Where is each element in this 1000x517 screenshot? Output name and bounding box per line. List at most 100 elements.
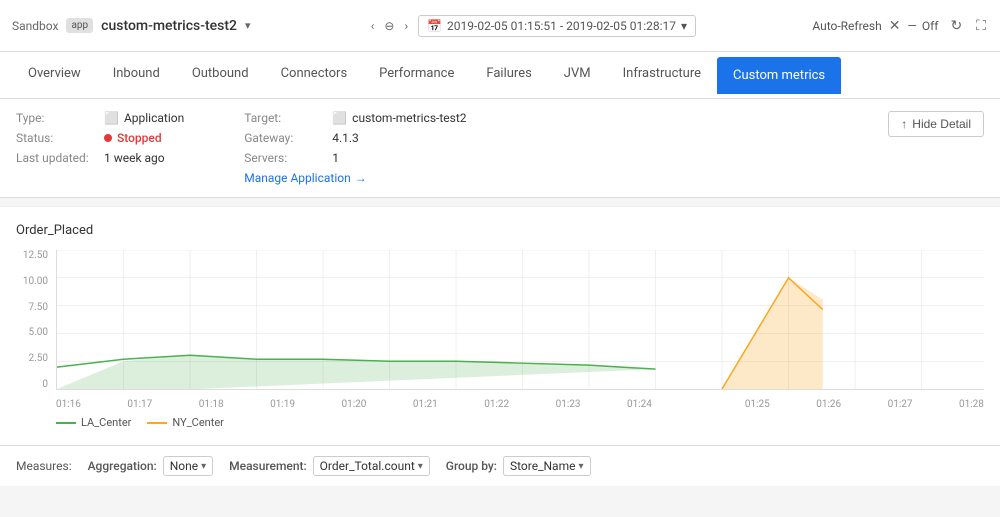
manage-arrow-icon: → <box>355 171 367 185</box>
tab-infrastructure[interactable]: Infrastructure <box>607 52 717 98</box>
x-label-0127: 01:27 <box>888 399 913 410</box>
x-label-0124: 01:24 <box>627 399 652 410</box>
tab-outbound[interactable]: Outbound <box>176 52 265 98</box>
legend-la-center-label: LA_Center <box>81 416 131 429</box>
groupby-dropdown[interactable]: Store_Name ▾ <box>503 456 591 476</box>
date-dropdown-icon[interactable]: ▾ <box>681 19 687 33</box>
top-bar-left: Sandbox app custom-metrics-test2 ▾ <box>12 18 251 34</box>
aggregation-dropdown[interactable]: None ▾ <box>163 456 213 476</box>
legend-la-center: LA_Center <box>56 416 131 429</box>
detail-col-left: Type: ⬜ Application Status: Stopped Last… <box>16 111 184 185</box>
top-bar-center: ‹ ⊖ › 📅 2019-02-05 01:15:51 - 2019-02-05… <box>367 15 696 37</box>
x-label-0125: 01:25 <box>745 399 770 410</box>
measurement-label: Measurement: <box>229 459 307 473</box>
x-label-0123: 01:23 <box>556 399 581 410</box>
legend-ny-center: NY_Center <box>147 416 224 429</box>
auto-refresh-control: Auto-Refresh ✕ — Off <box>812 16 938 36</box>
gateway-value: 4.1.3 <box>332 131 359 145</box>
app-name: custom-metrics-test2 <box>101 18 237 34</box>
chart-section: Order_Placed 12.50 10.00 7.50 5.00 2.50 … <box>0 206 1000 445</box>
measurement-dropdown[interactable]: Order_Total.count ▾ <box>313 456 430 476</box>
y-label-1000: 10.00 <box>23 276 52 287</box>
auto-refresh-state: Off <box>922 19 939 33</box>
zoom-icon[interactable]: ⊖ <box>384 19 394 33</box>
x-label-0118: 01:18 <box>199 399 224 410</box>
chart-plot-area <box>56 250 984 390</box>
hide-detail-button[interactable]: ↑ Hide Detail <box>888 111 984 137</box>
target-value: ⬜ custom-metrics-test2 <box>332 111 466 125</box>
last-updated-value: 1 week ago <box>104 151 165 165</box>
nav-forward-icon[interactable]: › <box>400 17 412 35</box>
x-label-0126: 01:26 <box>816 399 841 410</box>
aggregation-item: Aggregation: None ▾ <box>88 456 214 476</box>
groupby-label: Group by: <box>446 459 497 473</box>
target-value-text: custom-metrics-test2 <box>352 111 466 125</box>
detail-section: Type: ⬜ Application Status: Stopped Last… <box>0 99 1000 198</box>
app-badge: app <box>66 18 93 33</box>
hide-detail-icon: ↑ <box>901 117 907 131</box>
target-label: Target: <box>244 111 324 125</box>
chart-container: 12.50 10.00 7.50 5.00 2.50 0 <box>16 250 984 410</box>
x-label-0120: 01:20 <box>342 399 367 410</box>
x-label-0121: 01:21 <box>413 399 438 410</box>
gateway-label: Gateway: <box>244 131 324 145</box>
top-bar-right: Auto-Refresh ✕ — Off ↻ ⛶ <box>812 16 988 36</box>
status-row: Status: Stopped <box>16 131 184 145</box>
servers-label: Servers: <box>244 151 324 165</box>
chart-x-axis: 01:16 01:17 01:18 01:19 01:20 01:21 01:2… <box>56 399 984 410</box>
type-label: Type: <box>16 111 96 125</box>
aggregation-dropdown-icon: ▾ <box>201 461 206 472</box>
tab-jvm[interactable]: JVM <box>548 52 607 98</box>
last-updated-row: Last updated: 1 week ago <box>16 151 184 165</box>
manage-application-link[interactable]: Manage Application → <box>244 171 367 185</box>
legend-la-center-line <box>56 422 76 424</box>
status-value: Stopped <box>104 131 162 145</box>
x-label-0117: 01:17 <box>127 399 152 410</box>
calendar-icon: 📅 <box>427 19 442 33</box>
groupby-value: Store_Name <box>510 459 575 473</box>
status-label: Status: <box>16 131 96 145</box>
y-label-500: 5.00 <box>29 327 53 338</box>
x-label-0119: 01:19 <box>270 399 295 410</box>
detail-col-right: Target: ⬜ custom-metrics-test2 Gateway: … <box>244 111 466 185</box>
date-range-picker[interactable]: 📅 2019-02-05 01:15:51 - 2019-02-05 01:28… <box>418 15 696 37</box>
measurement-value: Order_Total.count <box>320 459 415 473</box>
sandbox-label: Sandbox <box>12 19 58 33</box>
auto-refresh-close-icon[interactable]: ✕ <box>887 16 903 36</box>
auto-refresh-label: Auto-Refresh <box>812 19 881 33</box>
type-value: ⬜ Application <box>104 111 184 125</box>
manage-link-text: Manage Application <box>244 171 351 185</box>
measurement-item: Measurement: Order_Total.count ▾ <box>229 456 430 476</box>
target-icon: ⬜ <box>332 111 347 125</box>
groupby-item: Group by: Store_Name ▾ <box>446 456 591 476</box>
expand-icon[interactable]: ⛶ <box>974 16 988 36</box>
auto-refresh-dash: — <box>907 19 916 33</box>
servers-value: 1 <box>332 151 339 165</box>
y-label-1250: 12.50 <box>23 250 52 261</box>
tab-overview[interactable]: Overview <box>12 52 97 98</box>
chart-y-axis: 12.50 10.00 7.50 5.00 2.50 0 <box>16 250 52 390</box>
app-dropdown-icon[interactable]: ▾ <box>245 19 251 32</box>
top-bar: Sandbox app custom-metrics-test2 ▾ ‹ ⊖ ›… <box>0 0 1000 52</box>
target-row: Target: ⬜ custom-metrics-test2 <box>244 111 466 125</box>
nav-back-icon[interactable]: ‹ <box>367 17 379 35</box>
tab-connectors[interactable]: Connectors <box>265 52 364 98</box>
x-label-0128: 01:28 <box>959 399 984 410</box>
date-range-text: 2019-02-05 01:15:51 - 2019-02-05 01:28:1… <box>447 19 676 33</box>
refresh-icon[interactable]: ↻ <box>948 16 964 36</box>
status-value-text: Stopped <box>117 131 162 145</box>
chart-title: Order_Placed <box>16 223 984 238</box>
tab-custom-metrics[interactable]: Custom metrics <box>717 57 841 94</box>
tabs-bar: Overview Inbound Outbound Connectors Per… <box>0 52 1000 99</box>
tab-performance[interactable]: Performance <box>363 52 470 98</box>
chart-svg <box>57 250 984 389</box>
aggregation-label: Aggregation: <box>88 459 157 473</box>
chart-legend: LA_Center NY_Center <box>16 416 984 429</box>
aggregation-value: None <box>170 459 198 473</box>
groupby-dropdown-icon: ▾ <box>578 461 583 472</box>
x-label-0122: 01:22 <box>484 399 509 410</box>
tab-failures[interactable]: Failures <box>470 52 547 98</box>
tab-inbound[interactable]: Inbound <box>97 52 176 98</box>
type-row: Type: ⬜ Application <box>16 111 184 125</box>
gateway-row: Gateway: 4.1.3 <box>244 131 466 145</box>
